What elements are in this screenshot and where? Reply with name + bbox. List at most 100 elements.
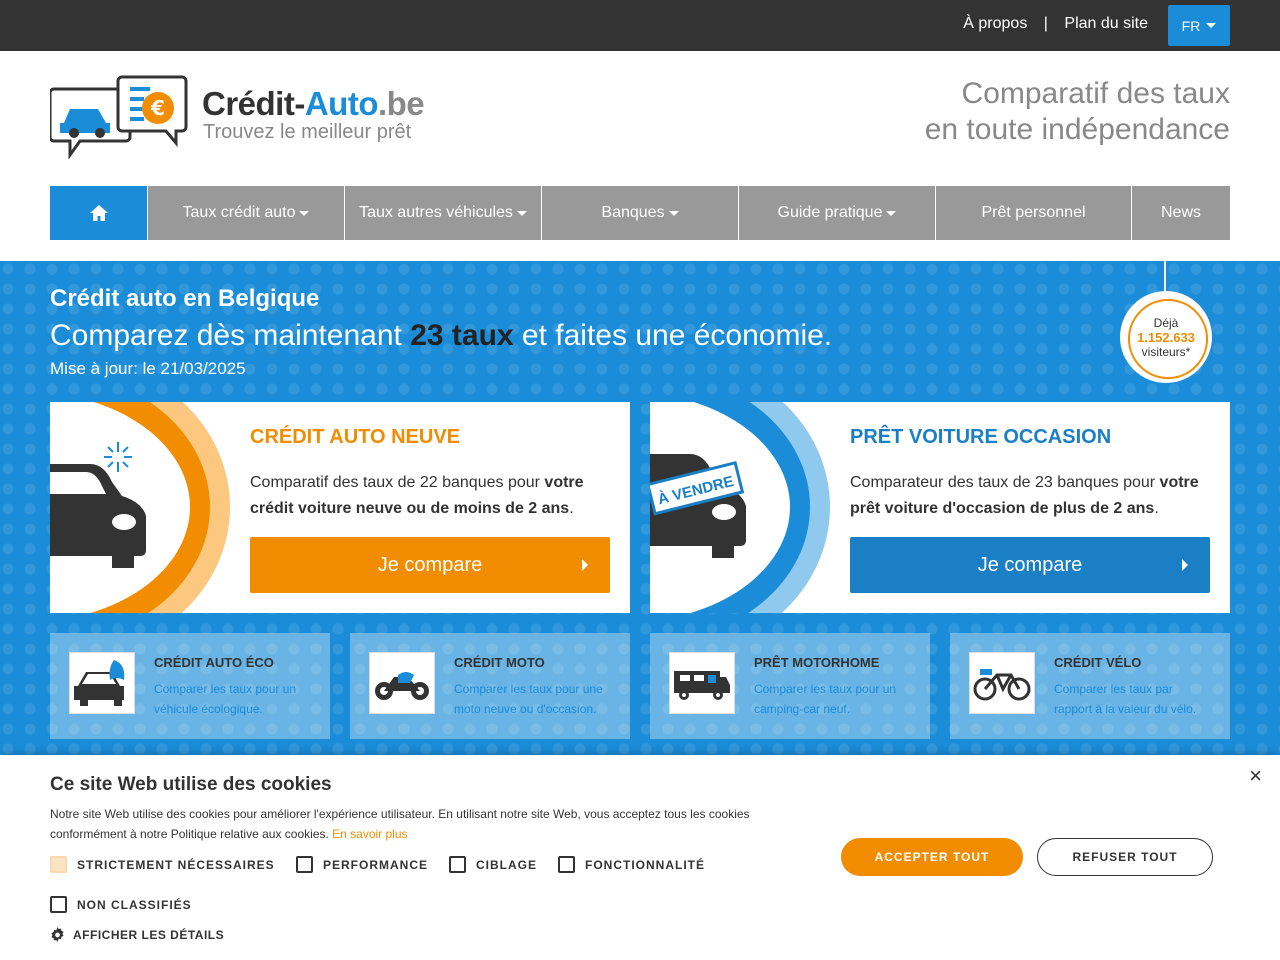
badge-line1: Déjà	[1153, 315, 1179, 330]
cookie-banner: Ce site Web utilise des cookies × Notre …	[0, 755, 1280, 960]
language-button[interactable]: FR	[1168, 5, 1230, 46]
cookie-title: Ce site Web utilise des cookies	[50, 774, 332, 795]
nav-item-label: Taux autres véhicules	[359, 204, 513, 221]
compare-used-car-button[interactable]: Je compare	[850, 537, 1210, 593]
cookie-option-label: CIBLAGE	[476, 857, 537, 872]
motorhome-icon	[669, 652, 735, 714]
card-desc-pre: Comparateur des taux de 23 banques pour	[850, 474, 1160, 491]
nav-item-label: Guide pratique	[777, 204, 883, 221]
cookie-learn-more-link[interactable]: En savoir plus	[332, 827, 407, 841]
caret-down-icon	[299, 210, 310, 216]
accept-all-button[interactable]: ACCEPTER TOUT	[841, 838, 1023, 876]
nav-taux-autres-vehicules[interactable]: Taux autres véhicules	[345, 186, 542, 240]
card-desc-post: .	[569, 500, 574, 517]
header-tagline: Comparatif des taux en toute indépendanc…	[925, 76, 1230, 148]
close-icon[interactable]: ×	[1249, 763, 1262, 789]
cookie-option-strict[interactable]: STRICTEMENT NÉCESSAIRES	[50, 856, 275, 873]
cookie-option-functionality[interactable]: FONCTIONNALITÉ	[558, 856, 705, 873]
used-car-icon: À VENDRE	[650, 454, 746, 558]
card-pret-motorhome[interactable]: PRÊT MOTORHOME Comparer les taux pour un…	[650, 633, 930, 739]
card-description: Comparateur des taux de 23 banques pour …	[850, 470, 1210, 522]
card-desc-pre: Comparatif des taux de 22 banques pour	[250, 474, 545, 491]
nav-taux-credit-auto[interactable]: Taux crédit auto	[148, 186, 345, 240]
main-nav: Taux crédit auto Taux autres véhicules B…	[50, 186, 1230, 240]
nav-home[interactable]	[50, 186, 148, 240]
card-title: CRÉDIT AUTO NEUVE	[250, 426, 461, 448]
card-pret-voiture-occasion[interactable]: À VENDRE PRÊT VOITURE OCCASION Comparate…	[650, 402, 1230, 613]
card-credit-auto-neuve[interactable]: CRÉDIT AUTO NEUVE Comparatif des taux de…	[50, 402, 630, 613]
nav-pret-personnel[interactable]: Prêt personnel	[936, 186, 1132, 240]
logo-title-tld: .be	[377, 85, 425, 122]
small-card-text: Comparer les taux pour une moto neuve ou…	[454, 682, 603, 716]
nav-item-label: Taux crédit auto	[182, 204, 296, 221]
nav-guide-pratique[interactable]: Guide pratique	[739, 186, 936, 240]
hero-title: Crédit auto en Belgique	[50, 285, 320, 312]
hero-subtitle-bold: 23 taux	[410, 319, 514, 352]
tagline-line2: en toute indépendance	[924, 113, 1230, 146]
nav-news[interactable]: News	[1132, 186, 1230, 240]
nav-item-label: Prêt personnel	[981, 204, 1086, 221]
checkbox-checked-disabled[interactable]	[50, 856, 67, 873]
small-card-title: CRÉDIT AUTO ÉCO	[154, 655, 274, 670]
cookie-text: Notre site Web utilise des cookies pour …	[50, 804, 810, 844]
caret-down-icon	[1206, 23, 1217, 28]
hero-subtitle-pre: Comparez dès maintenant	[50, 319, 411, 352]
checkbox[interactable]	[50, 896, 67, 913]
show-details-link[interactable]: AFFICHER LES DÉTAILS	[50, 927, 224, 942]
logo-speech-bubbles-icon: €	[50, 75, 188, 160]
hero-subtitle: Comparez dès maintenant 23 taux et faite…	[50, 319, 832, 353]
cta-label: Je compare	[377, 553, 483, 576]
eco-car-icon	[69, 652, 135, 714]
gear-icon	[51, 927, 64, 942]
card-description: Comparatif des taux de 22 banques pour v…	[250, 470, 610, 522]
home-icon	[89, 205, 108, 221]
small-card-title: CRÉDIT VÉLO	[1054, 655, 1142, 670]
cookie-option-unclassified[interactable]: NON CLASSIFIÉS	[50, 896, 192, 913]
refuse-all-button[interactable]: REFUSER TOUT	[1037, 838, 1213, 876]
checkbox[interactable]	[449, 856, 466, 873]
tagline-line1: Comparatif des taux	[961, 77, 1230, 110]
small-card-text: Comparer les taux par rapport à la valeu…	[1054, 682, 1197, 716]
hero-section: Crédit auto en Belgique Comparez dès mai…	[0, 261, 1280, 761]
top-link-separator: |	[1043, 15, 1048, 32]
small-card-text: Comparer les taux pour un camping-car ne…	[754, 682, 897, 716]
card-desc-post: .	[1154, 500, 1159, 517]
badge-visitor-count: 1.152.633	[1137, 329, 1195, 345]
hero-subtitle-post: et faites une économie.	[513, 319, 833, 352]
logo-title-part1: Crédit-	[202, 85, 305, 122]
card-credit-velo[interactable]: CRÉDIT VÉLO Comparer les taux par rappor…	[950, 633, 1230, 739]
card-credit-auto-eco[interactable]: CRÉDIT AUTO ÉCO Comparer les taux pour u…	[50, 633, 330, 739]
small-card-title: CRÉDIT MOTO	[454, 655, 545, 670]
visitors-badge: Déjà 1.152.633 visiteurs*	[1122, 293, 1210, 381]
nav-item-label: News	[1160, 204, 1201, 221]
nav-item-label: Banques	[601, 204, 665, 221]
checkbox[interactable]	[296, 856, 313, 873]
card-credit-moto[interactable]: CRÉDIT MOTO Comparer les taux pour une m…	[350, 633, 630, 739]
motorcycle-icon	[369, 652, 435, 714]
nav-banques[interactable]: Banques	[542, 186, 739, 240]
cookie-option-label: PERFORMANCE	[323, 857, 429, 872]
badge-line3: visiteurs*	[1141, 344, 1191, 359]
svg-text:€: €	[150, 96, 165, 120]
cookie-option-label: STRICTEMENT NÉCESSAIRES	[77, 857, 275, 872]
arrow-right-icon	[1182, 559, 1188, 571]
bicycle-icon	[969, 652, 1035, 714]
new-car-icon	[50, 442, 146, 568]
caret-down-icon	[668, 210, 679, 216]
cookie-option-targeting[interactable]: CIBLAGE	[449, 856, 537, 873]
show-details-label: AFFICHER LES DÉTAILS	[73, 927, 225, 942]
top-bar: À propos | Plan du site FR	[0, 0, 1280, 51]
cookie-option-performance[interactable]: PERFORMANCE	[296, 856, 428, 873]
card-title: PRÊT VOITURE OCCASION	[850, 426, 1112, 448]
site-logo[interactable]: € Crédit-Auto.be Trouvez le meilleur prê…	[50, 75, 450, 163]
hero-update-date: Mise à jour: le 21/03/2025	[50, 359, 246, 378]
cookie-option-label: FONCTIONNALITÉ	[585, 857, 705, 872]
badge-string	[1164, 261, 1166, 297]
compare-new-car-button[interactable]: Je compare	[250, 537, 610, 593]
cta-label: Je compare	[977, 553, 1083, 576]
checkbox[interactable]	[558, 856, 575, 873]
caret-down-icon	[516, 210, 527, 216]
logo-title-accent: Auto	[304, 85, 379, 122]
sitemap-link[interactable]: Plan du site	[1064, 15, 1148, 32]
about-link[interactable]: À propos	[963, 15, 1027, 32]
